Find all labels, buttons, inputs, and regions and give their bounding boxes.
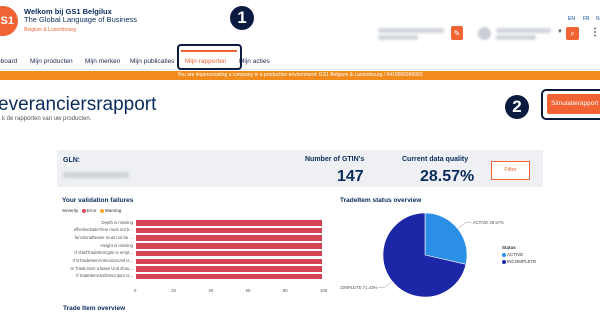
warning-dot-icon — [99, 208, 104, 213]
severity-label: Severity — [62, 208, 79, 213]
user-email-blurred — [496, 35, 536, 40]
legend-warning[interactable]: Warning — [105, 208, 122, 213]
bar[interactable] — [136, 220, 322, 226]
gln-label: GLN: — [63, 157, 81, 164]
x-tick-label: 60 — [245, 288, 251, 293]
nav-item-mijn-merken[interactable]: Mijn merken — [85, 58, 120, 65]
user-name-blurred — [496, 28, 551, 33]
page-title: everanciersrapport — [0, 94, 157, 115]
lang-en[interactable]: EN — [568, 16, 575, 22]
brand-tagline: The Global Language of Business — [24, 15, 137, 24]
chevron-down-icon[interactable]: ▼ — [557, 29, 563, 35]
x-tick-label: 100 — [320, 288, 328, 293]
edit-icon[interactable]: ✎ — [451, 26, 463, 40]
x-tick-label: 20 — [171, 288, 176, 293]
more-options-icon[interactable]: ⋮ — [590, 27, 600, 38]
pie-legend-incomplete[interactable]: INCOMPLETE — [502, 259, 536, 264]
x-tick-label: 40 — [208, 288, 214, 293]
nav-item-dashboard[interactable]: hboard — [0, 58, 17, 65]
main-nav: hboard Mijn producten Mijn merken Mijn p… — [0, 48, 600, 70]
bar[interactable] — [136, 235, 322, 241]
user-gln-blurred — [378, 35, 418, 40]
data-quality-label: Current data quality — [402, 156, 469, 163]
trade-item-overview-title: Trade Item overview — [63, 305, 126, 312]
bar-label: If childTradeItem/gtin is empt... — [74, 250, 133, 256]
pie-legend-active-label: ACTIVE — [507, 252, 524, 257]
bar-label: Is Trade Item a Base Unit shou... — [70, 265, 133, 271]
highlight-box-rapporten — [177, 44, 242, 70]
gln-value-blurred — [63, 172, 129, 178]
pie-legend-title: Status — [502, 245, 516, 250]
nav-item-mijn-acties[interactable]: Mijn acties — [239, 58, 270, 65]
bar-label: If isTradeItemAnInvoiceUnit is... — [72, 258, 134, 263]
validation-chart-title: Your validation failures — [62, 197, 134, 204]
lang-nl[interactable]: NL — [596, 16, 600, 22]
highlight-box-simulate — [541, 89, 600, 120]
pie-leader-line — [457, 222, 472, 230]
nav-item-mijn-producten[interactable]: Mijn producten — [30, 58, 73, 65]
bar-label: Depth is missing — [101, 219, 133, 225]
page-subtitle: k de rapporten van uw producten. — [2, 116, 92, 122]
pie-data-label: INCOMPLETE 71.43% — [340, 285, 378, 290]
bar-label: functionalName must not be ... — [74, 234, 133, 240]
bar-label: If tradeItemUnitDescriptor is... — [76, 273, 133, 279]
avatar[interactable] — [478, 27, 491, 40]
bar[interactable] — [136, 243, 322, 249]
bar-label: Height is missing — [100, 242, 133, 248]
pie-data-label: ACTIVE 28.57% — [473, 220, 504, 225]
active-dot-icon — [502, 252, 506, 257]
nav-item-mijn-publicaties[interactable]: Mijn publicaties — [130, 58, 174, 65]
bar[interactable] — [136, 227, 322, 234]
pie-legend-incomplete-label: INCOMPLETE — [507, 259, 537, 264]
x-tick-label: 80 — [282, 288, 288, 293]
tradeitem-chart-title: TradeItem status overview — [340, 197, 422, 204]
error-dot-icon — [81, 208, 86, 213]
callout-marker-2: 2 — [505, 95, 529, 119]
lang-fr[interactable]: FR — [583, 16, 590, 22]
data-quality-value: 28.57% — [420, 168, 475, 185]
search-icon[interactable]: ⌕ — [566, 27, 579, 40]
bar[interactable] — [136, 250, 322, 257]
x-tick-label: 0 — [134, 288, 137, 293]
bar[interactable] — [136, 266, 322, 272]
pie-legend-active[interactable]: ACTIVE — [502, 252, 523, 257]
gtin-count-value: 147 — [337, 168, 364, 185]
brand-region: Belgium & Luxembourg — [24, 27, 76, 33]
user-company-blurred — [378, 28, 444, 33]
bar[interactable] — [136, 273, 322, 280]
callout-marker-1: 1 — [230, 6, 254, 30]
pie-leader-line — [378, 280, 393, 288]
bar[interactable] — [136, 258, 322, 264]
incomplete-dot-icon — [502, 259, 506, 264]
legend-error[interactable]: Error — [87, 208, 97, 213]
impersonation-banner: You are impersonating a company in a pro… — [0, 71, 600, 80]
severity-legend: Severity Error Warning — [62, 208, 121, 213]
filter-button[interactable]: Filter — [491, 161, 530, 180]
bar-label: effectiveDateTime must not b... — [73, 227, 133, 233]
gtin-count-label: Number of GTIN's — [305, 156, 365, 163]
